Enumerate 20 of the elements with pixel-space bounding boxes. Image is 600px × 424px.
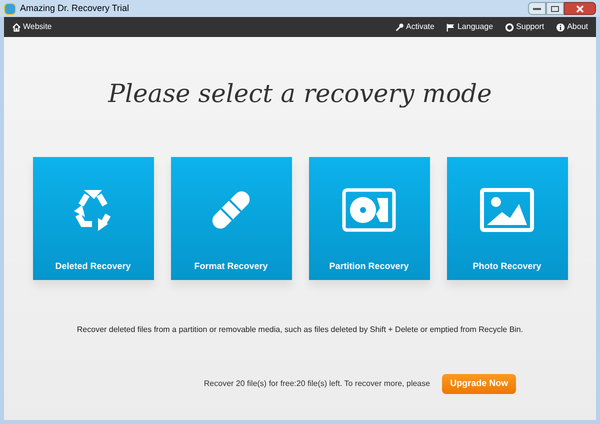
lifebuoy-icon	[505, 22, 514, 32]
minimize-button[interactable]	[528, 2, 546, 15]
flag-icon	[446, 22, 456, 32]
home-icon	[12, 22, 21, 32]
toolbar-link[interactable]: Activate	[395, 21, 434, 33]
maximize-button[interactable]	[546, 2, 564, 15]
free-limit-text: Recover 20 file(s) for free:20 file(s) left. To recover more, please	[204, 378, 430, 390]
key-icon	[395, 22, 404, 32]
toolbar-link[interactable]: About	[556, 21, 588, 33]
toolbar-link[interactable]: Support	[505, 21, 544, 33]
info-icon	[556, 22, 566, 32]
toolbar-link[interactable]: Language	[446, 21, 494, 33]
window-title: Amazing Dr. Recovery Trial	[20, 2, 130, 15]
mode-description: Recover deleted files from a partition or removable media, such as files deleted by Shift + Delete or emptied from Recycle Bin.	[76, 324, 524, 336]
toolbar-link[interactable]: Website	[12, 21, 52, 33]
close-icon	[576, 4, 584, 12]
photo-icon	[480, 188, 534, 232]
page-heading: Please select a recovery mode	[108, 78, 492, 110]
app-icon	[4, 2, 16, 14]
close-button[interactable]	[564, 2, 596, 15]
